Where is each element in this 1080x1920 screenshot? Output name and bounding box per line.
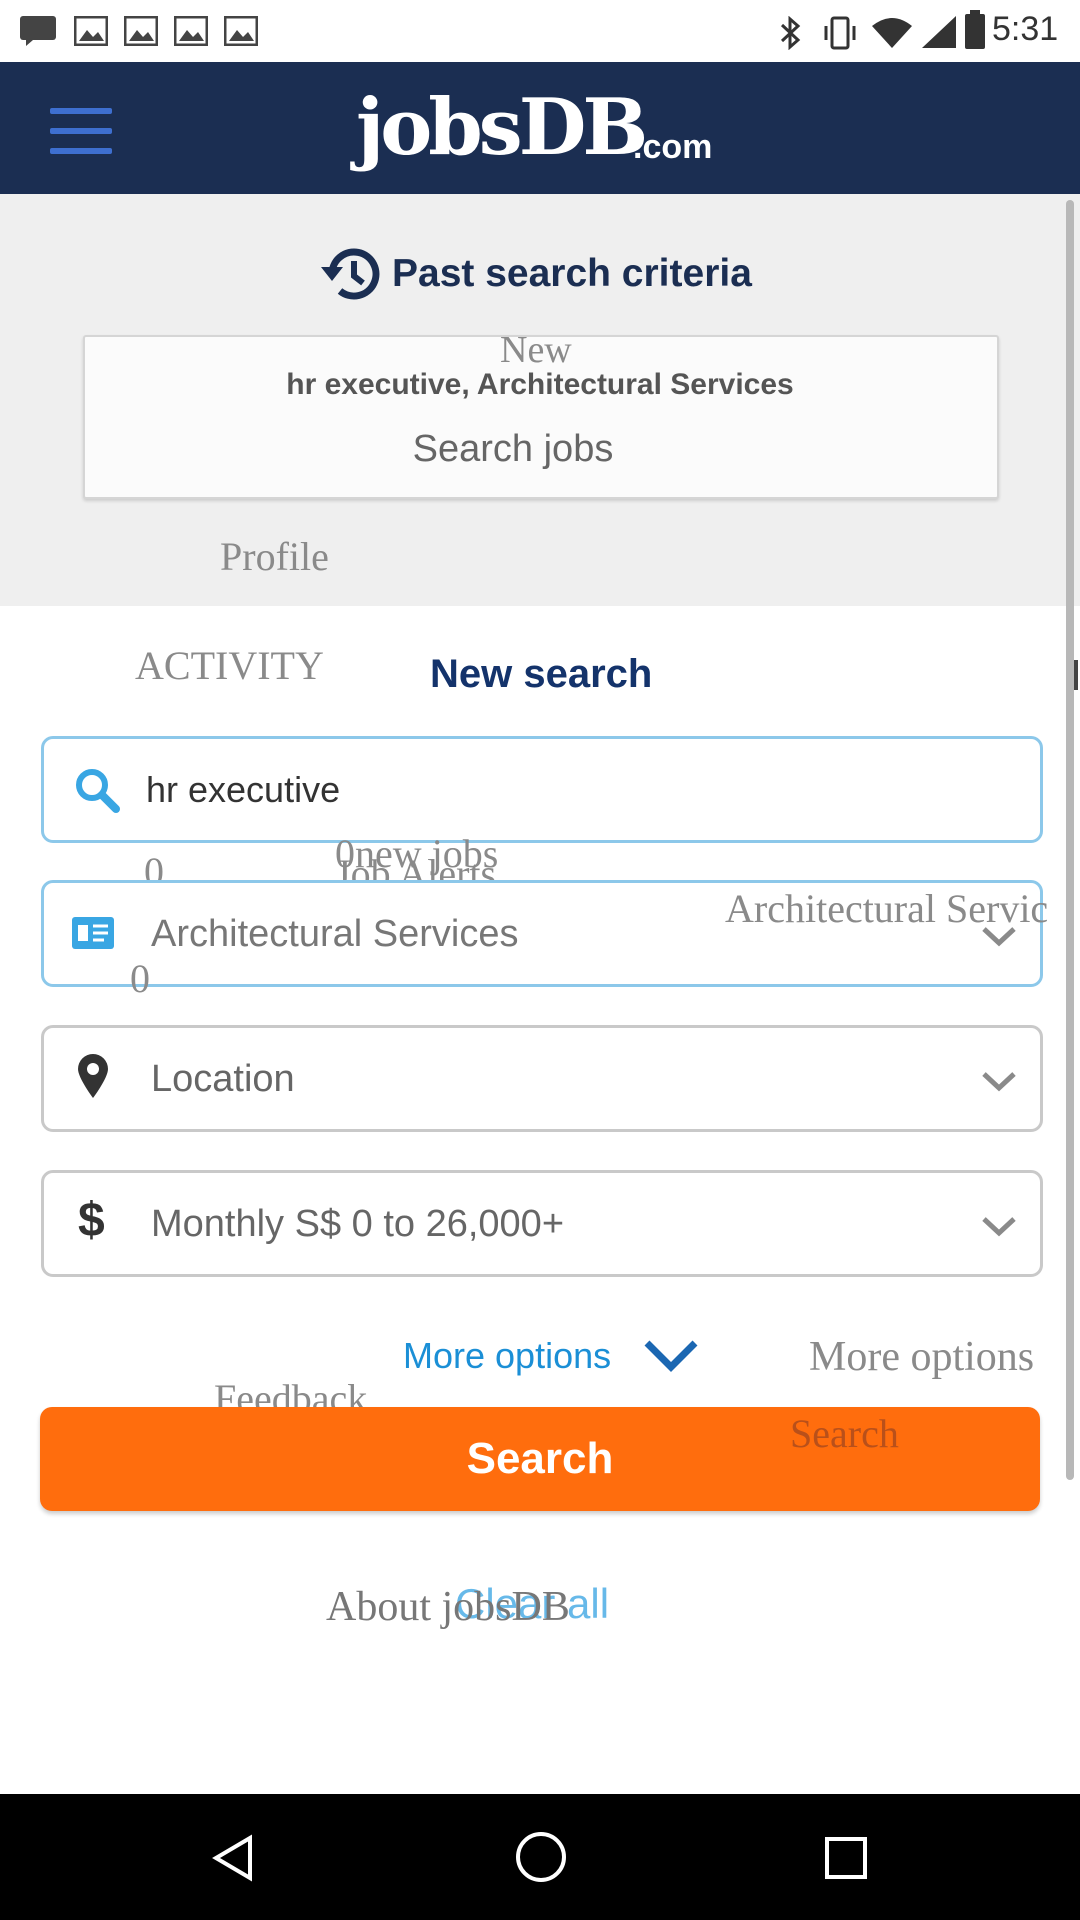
search-overlay: Search xyxy=(790,1411,899,1456)
location-input[interactable]: Location xyxy=(151,1058,295,1101)
about-jobsdb-label[interactable]: About jobsDB xyxy=(326,1583,570,1631)
id-card-icon xyxy=(72,917,114,949)
location-field[interactable]: Location xyxy=(41,1025,1043,1132)
card-criteria: hr executive, Architectural Services xyxy=(286,368,794,401)
app-bar: jobsDB .com xyxy=(0,62,1080,194)
image-icon-2 xyxy=(124,16,158,46)
image-icon xyxy=(74,16,108,46)
search-icon xyxy=(76,769,120,813)
recents-icon[interactable] xyxy=(824,1836,868,1880)
profile-label[interactable]: Profile xyxy=(220,533,329,580)
location-pin-icon xyxy=(78,1054,108,1098)
salary-value: Monthly S$ 0 to 26,000+ xyxy=(151,1203,565,1245)
vibrate-icon xyxy=(824,16,856,50)
more-options-link[interactable]: More options xyxy=(403,1335,611,1377)
scrollbar[interactable] xyxy=(1066,200,1074,1480)
past-search-heading: Past search criteria xyxy=(392,252,752,295)
keyword-field[interactable]: hr executive xyxy=(41,736,1043,843)
activity-label[interactable]: ACTIVITY xyxy=(135,642,324,689)
chevron-down-icon-location[interactable] xyxy=(980,1062,1018,1100)
home-icon[interactable] xyxy=(514,1830,568,1884)
back-icon[interactable] xyxy=(210,1834,254,1882)
architectural-overlay: Architectural Servic xyxy=(725,886,1049,931)
image-icon-4 xyxy=(224,16,258,46)
jobsdb-logo: jobsDB .com xyxy=(356,82,713,173)
battery-icon xyxy=(965,10,985,49)
status-bar: 5:31 xyxy=(0,0,1080,62)
wifi-icon xyxy=(872,18,912,48)
message-icon xyxy=(20,16,56,46)
chevron-down-icon-salary[interactable] xyxy=(980,1207,1018,1245)
keyword-input[interactable]: hr executive xyxy=(146,769,340,811)
bluetooth-icon xyxy=(780,16,801,50)
dollar-icon: $ xyxy=(78,1194,105,1247)
status-time: 5:31 xyxy=(992,10,1059,48)
card-new-label: New xyxy=(500,329,572,371)
salary-field[interactable]: $ Monthly S$ 0 to 26,000+ xyxy=(41,1170,1043,1277)
chevron-down-icon-more[interactable] xyxy=(643,1337,699,1373)
navigation-bar xyxy=(0,1794,1080,1920)
card-search-jobs[interactable]: Search jobs xyxy=(0,428,1026,471)
new-search-title: New search xyxy=(430,652,653,696)
zero-count-2: 0 xyxy=(130,956,150,1001)
classification-value: Architectural Services xyxy=(151,913,519,955)
history-icon xyxy=(321,248,380,300)
signal-icon xyxy=(922,16,956,48)
image-icon-3 xyxy=(174,16,208,46)
more-options-overlay: More options xyxy=(809,1334,1035,1380)
hamburger-icon[interactable] xyxy=(40,100,124,166)
